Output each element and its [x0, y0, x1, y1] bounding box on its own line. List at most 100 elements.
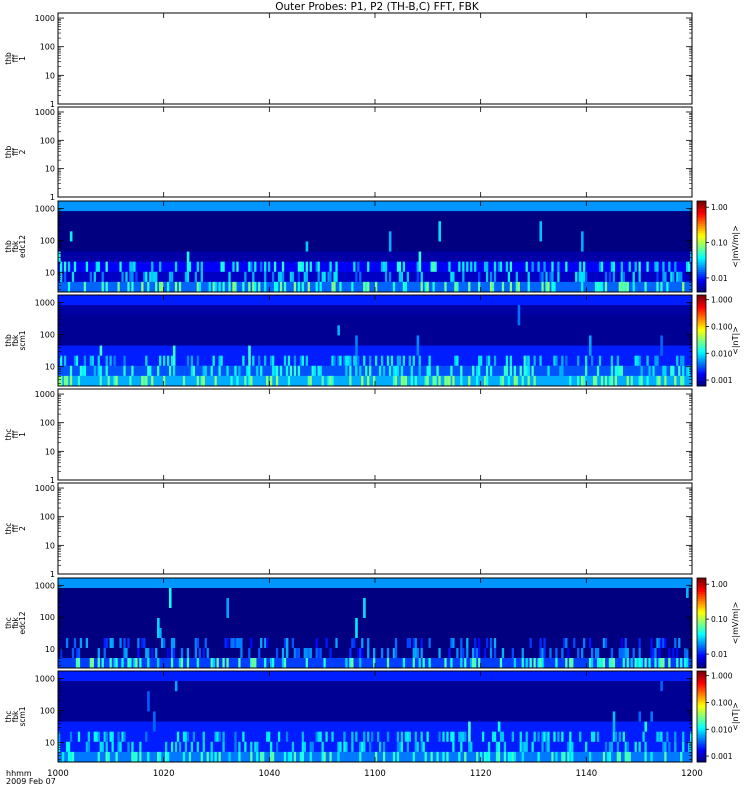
spectrogram-band-300: [58, 221, 692, 232]
y-tick-label: 100: [40, 331, 55, 340]
spectrogram-band-600: [58, 211, 692, 222]
panel-thc-fbk-edc12: 0.01 0.10 1.00 <|mV/m|> 10 100 1000 thcfbkedc12: [4, 577, 740, 669]
panel-frame: [57, 106, 693, 198]
y-tick-label: 1000: [35, 581, 55, 590]
colorbar-tick-label: 0.01: [711, 274, 728, 283]
colorbar-label: <|nT|>: [731, 702, 740, 731]
panel-thb-fbk-scm1: 0.001 0.010 0.100 1.000 <|nT|> 10 100 1000 thbfb…: [4, 294, 740, 387]
colorbar-tick-label: 0.100: [711, 698, 733, 707]
time-tick-label: 1140: [576, 769, 598, 779]
panel-ylabel: thcfbkscm1: [4, 706, 27, 726]
panel-thc-fff-1: 1 10 100 1000 thcfff1: [4, 388, 693, 485]
spectrogram-band-150: [58, 701, 692, 712]
panel-ylabel-line: 1: [18, 56, 27, 61]
panel-thc-fff-2: 1 10 100 1000 thcfff2: [4, 482, 693, 579]
spectrogram-band-75: [58, 335, 692, 347]
spectrogram-band-37: [58, 345, 692, 357]
spectrogram-band-9: [58, 741, 692, 753]
y-tick-label: 10: [45, 447, 55, 456]
panel-ylabel: thbfff2: [4, 146, 27, 159]
colorbar-label: <|mV/m|>: [731, 225, 740, 268]
spectrogram-band-150: [58, 608, 692, 619]
panel-ylabel-line: 2: [18, 149, 27, 154]
spectrogram-band-600: [58, 681, 692, 692]
y-tick-label: 1000: [35, 204, 55, 213]
time-tick-label: 1100: [364, 769, 386, 779]
colorbar-tick-label: 1.00: [711, 580, 728, 589]
time-tick-label: 1200: [681, 769, 703, 779]
colorbar: 0.01 0.10 1.00 <|mV/m|>: [696, 577, 740, 669]
spectrogram-band-600: [58, 305, 692, 316]
y-tick-label: 1000: [35, 14, 55, 23]
panel-ylabel: thbfbkscm1: [4, 330, 27, 350]
colorbar-tick-label: 0.01: [711, 650, 728, 659]
colorbar-tick-label: 1.000: [711, 672, 733, 681]
y-tick-label: 1000: [35, 484, 55, 493]
y-tick-label: 10: [45, 363, 55, 372]
time-tick-label: 1120: [470, 769, 492, 779]
panel-thb-fff-2: 1 10 100 1000 thbfff2: [4, 106, 693, 202]
spectrogram-band-18: [58, 638, 692, 649]
spectrogram-band-37: [58, 628, 692, 639]
y-tick-label: 100: [40, 419, 55, 428]
colorbar-tick-label: 0.010: [711, 349, 733, 358]
y-tick-label: 100: [40, 237, 55, 246]
spectrogram-band-150: [58, 325, 692, 336]
spectrogram-band-75: [58, 241, 692, 253]
panel-ylabel: thcfff1: [4, 429, 27, 441]
time-tick-label: 1000: [47, 769, 69, 779]
y-tick-label: 1000: [35, 390, 55, 399]
colorbar-tick-label: 1.00: [711, 203, 728, 212]
panel-thb-fbk-edc12: 0.01 0.10 1.00 <|mV/m|> 10 100 1000 thbfbkedc12: [4, 200, 740, 293]
colorbar-tick-label: 0.001: [711, 752, 733, 761]
y-tick-label: 1000: [35, 298, 55, 307]
panel-ylabel: thbfbkedc12: [4, 235, 27, 258]
panel-ylabel: thbfff1: [4, 52, 27, 65]
y-tick-label: 10: [45, 739, 55, 748]
colorbar-tick-label: 0.10: [711, 615, 728, 624]
colorbar: 0.01 0.10 1.00 <|mV/m|>: [696, 200, 740, 293]
colorbar-tick-label: 0.001: [711, 376, 733, 385]
y-tick-label: 10: [45, 269, 55, 278]
y-tick-label: 10: [45, 541, 55, 550]
chart-stage: Outer Probes: P1, P2 (TH-B,C) FFT, FBK 1…: [0, 0, 750, 800]
y-tick-label: 10: [45, 165, 55, 174]
y-tick-label: 1: [50, 570, 55, 579]
panel-ylabel-line: edc12: [18, 235, 27, 258]
time-tick-label: 1040: [259, 769, 281, 779]
panel-frame: [57, 12, 693, 105]
panel-frame: [57, 482, 693, 575]
colorbar-label: <|nT|>: [731, 326, 740, 355]
panel-ylabel: thcfbkedc12: [4, 611, 27, 634]
y-tick-label: 1000: [35, 108, 55, 117]
time-axis: hhmm 2009 Feb 07 1000 1020 1040 1100 1120 114…: [6, 769, 703, 786]
themis-spectrogram-figure: Outer Probes: P1, P2 (TH-B,C) FFT, FBK 1…: [4, 1, 740, 786]
colorbar-tick-label: 0.010: [711, 725, 733, 734]
spectrogram-band-300: [58, 315, 692, 326]
y-tick-label: 10: [45, 71, 55, 80]
spectrogram-band-600: [58, 588, 692, 599]
colorbar-tick-label: 1.000: [711, 296, 733, 305]
panel-ylabel-line: 2: [18, 526, 27, 531]
colorbar-tick-label: 0.10: [711, 239, 728, 248]
figure-title: Outer Probes: P1, P2 (TH-B,C) FFT, FBK: [275, 1, 480, 13]
panel-frame: [57, 388, 693, 481]
time-tick-label: 1020: [153, 769, 175, 779]
panel-thc-fbk-scm1: 0.001 0.010 0.100 1.000 <|nT|> 10 100 1000 thcfb…: [4, 670, 740, 763]
spectrogram-band-75: [58, 618, 692, 629]
colorbar-label: <|mV/m|>: [731, 602, 740, 645]
y-tick-label: 1: [50, 193, 55, 202]
panel-ylabel-line: edc12: [18, 611, 27, 634]
colorbar: 0.001 0.010 0.100 1.000 <|nT|>: [696, 294, 740, 387]
y-tick-label: 1000: [35, 674, 55, 683]
colorbar-tick-label: 0.100: [711, 322, 733, 331]
y-tick-label: 10: [45, 645, 55, 654]
spectrogram-band-150: [58, 231, 692, 242]
panels-group: 1101001000thbfff11101001000thbfff20.010.…: [4, 12, 740, 763]
y-tick-label: 100: [40, 136, 55, 145]
colorbar: 0.001 0.010 0.100 1.000 <|nT|>: [696, 670, 740, 763]
spectrogram-band-300: [58, 598, 692, 609]
panel-ylabel-line: scm1: [18, 706, 27, 726]
panel-thb-fff-1: 1 10 100 1000 thbfff1: [4, 12, 693, 109]
y-tick-label: 100: [40, 613, 55, 622]
